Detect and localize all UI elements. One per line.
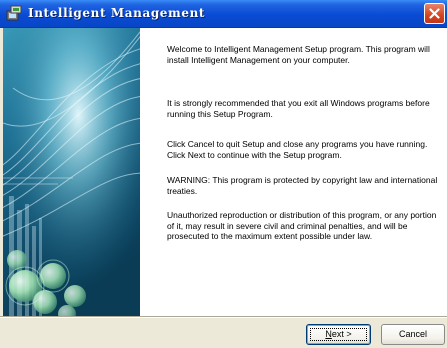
close-icon (429, 8, 440, 19)
welcome-content: Welcome to Intelligent Management Setup … (140, 28, 447, 317)
button-bar: Next > Cancel (0, 317, 447, 348)
legal-text: Unauthorized reproduction or distributio… (167, 210, 437, 241)
close-button[interactable] (424, 3, 445, 24)
focus-indicator (310, 328, 367, 341)
title-bar[interactable]: Intelligent Management (0, 0, 447, 28)
next-button[interactable]: Next > (306, 324, 371, 345)
recommendation-text: It is strongly recommended that you exit… (167, 98, 430, 119)
warning-text: WARNING: This program is protected by co… (167, 175, 438, 196)
window-title: Intelligent Management (28, 6, 206, 20)
instructions-text: Click Cancel to quit Setup and close any… (167, 139, 428, 160)
setup-window: Intelligent Management Welcome to Intell… (0, 0, 447, 348)
setup-installer-icon (6, 5, 22, 21)
cancel-button[interactable]: Cancel (381, 324, 445, 345)
welcome-text: Welcome to Intelligent Management Setup … (167, 44, 430, 65)
setup-banner-image (3, 28, 140, 317)
